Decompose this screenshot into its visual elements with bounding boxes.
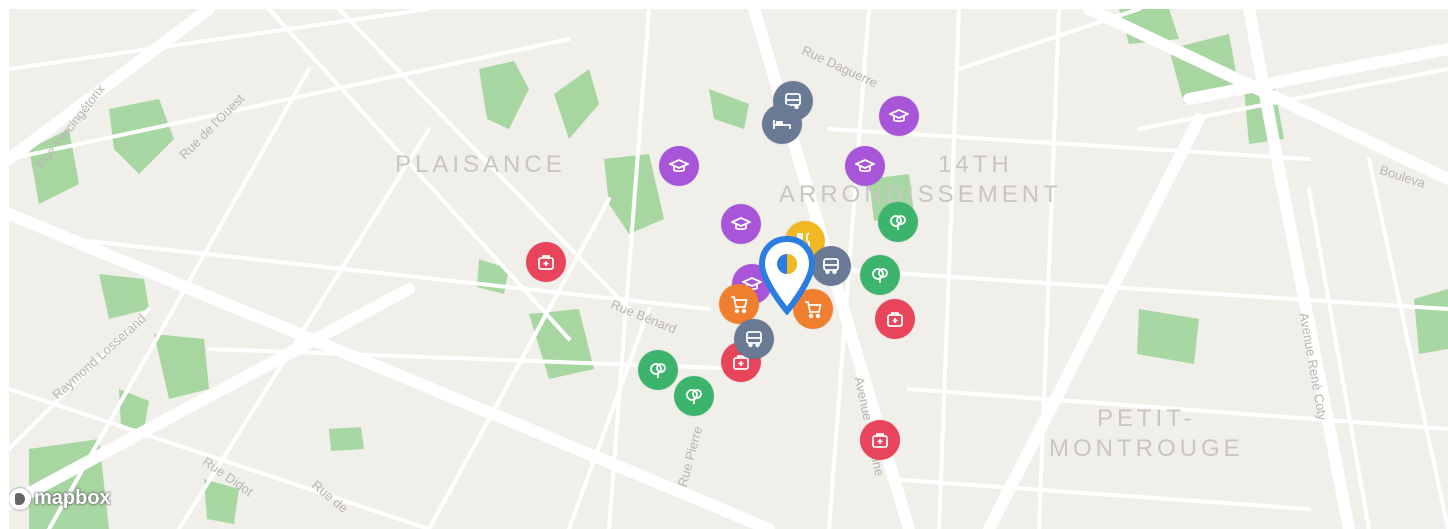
poi-marker-health[interactable]: [875, 299, 915, 339]
poi-marker-education[interactable]: [721, 204, 761, 244]
poi-marker-park[interactable]: [860, 255, 900, 295]
poi-marker-transit[interactable]: [811, 246, 851, 286]
mapbox-mark-icon: [9, 487, 31, 510]
poi-marker-transit[interactable]: [762, 104, 802, 144]
poi-marker-park[interactable]: [638, 350, 678, 390]
district-label-14th-arrondissement: 14TH ARRONDISSEMENT: [779, 151, 1062, 208]
poi-marker-education[interactable]: [659, 146, 699, 186]
poi-marker-education[interactable]: [845, 146, 885, 186]
map-canvas[interactable]: PLAISANCE 14TH ARRONDISSEMENT PETIT- MON…: [9, 9, 1448, 529]
poi-marker-park[interactable]: [674, 376, 714, 416]
poi-marker-health[interactable]: [526, 242, 566, 282]
poi-marker-park[interactable]: [878, 202, 918, 242]
poi-marker-health[interactable]: [860, 420, 900, 460]
poi-marker-education[interactable]: [879, 96, 919, 136]
mapbox-wordmark: mapbox: [34, 487, 111, 509]
poi-marker-shop[interactable]: [719, 284, 759, 324]
location-pin-icon[interactable]: [758, 235, 816, 320]
district-label-petit-montrouge: PETIT- MONTROUGE: [1049, 405, 1244, 462]
district-label-plaisance: PLAISANCE: [395, 151, 566, 178]
poi-marker-transit[interactable]: [734, 319, 774, 359]
mapbox-logo[interactable]: mapbox: [9, 487, 111, 510]
